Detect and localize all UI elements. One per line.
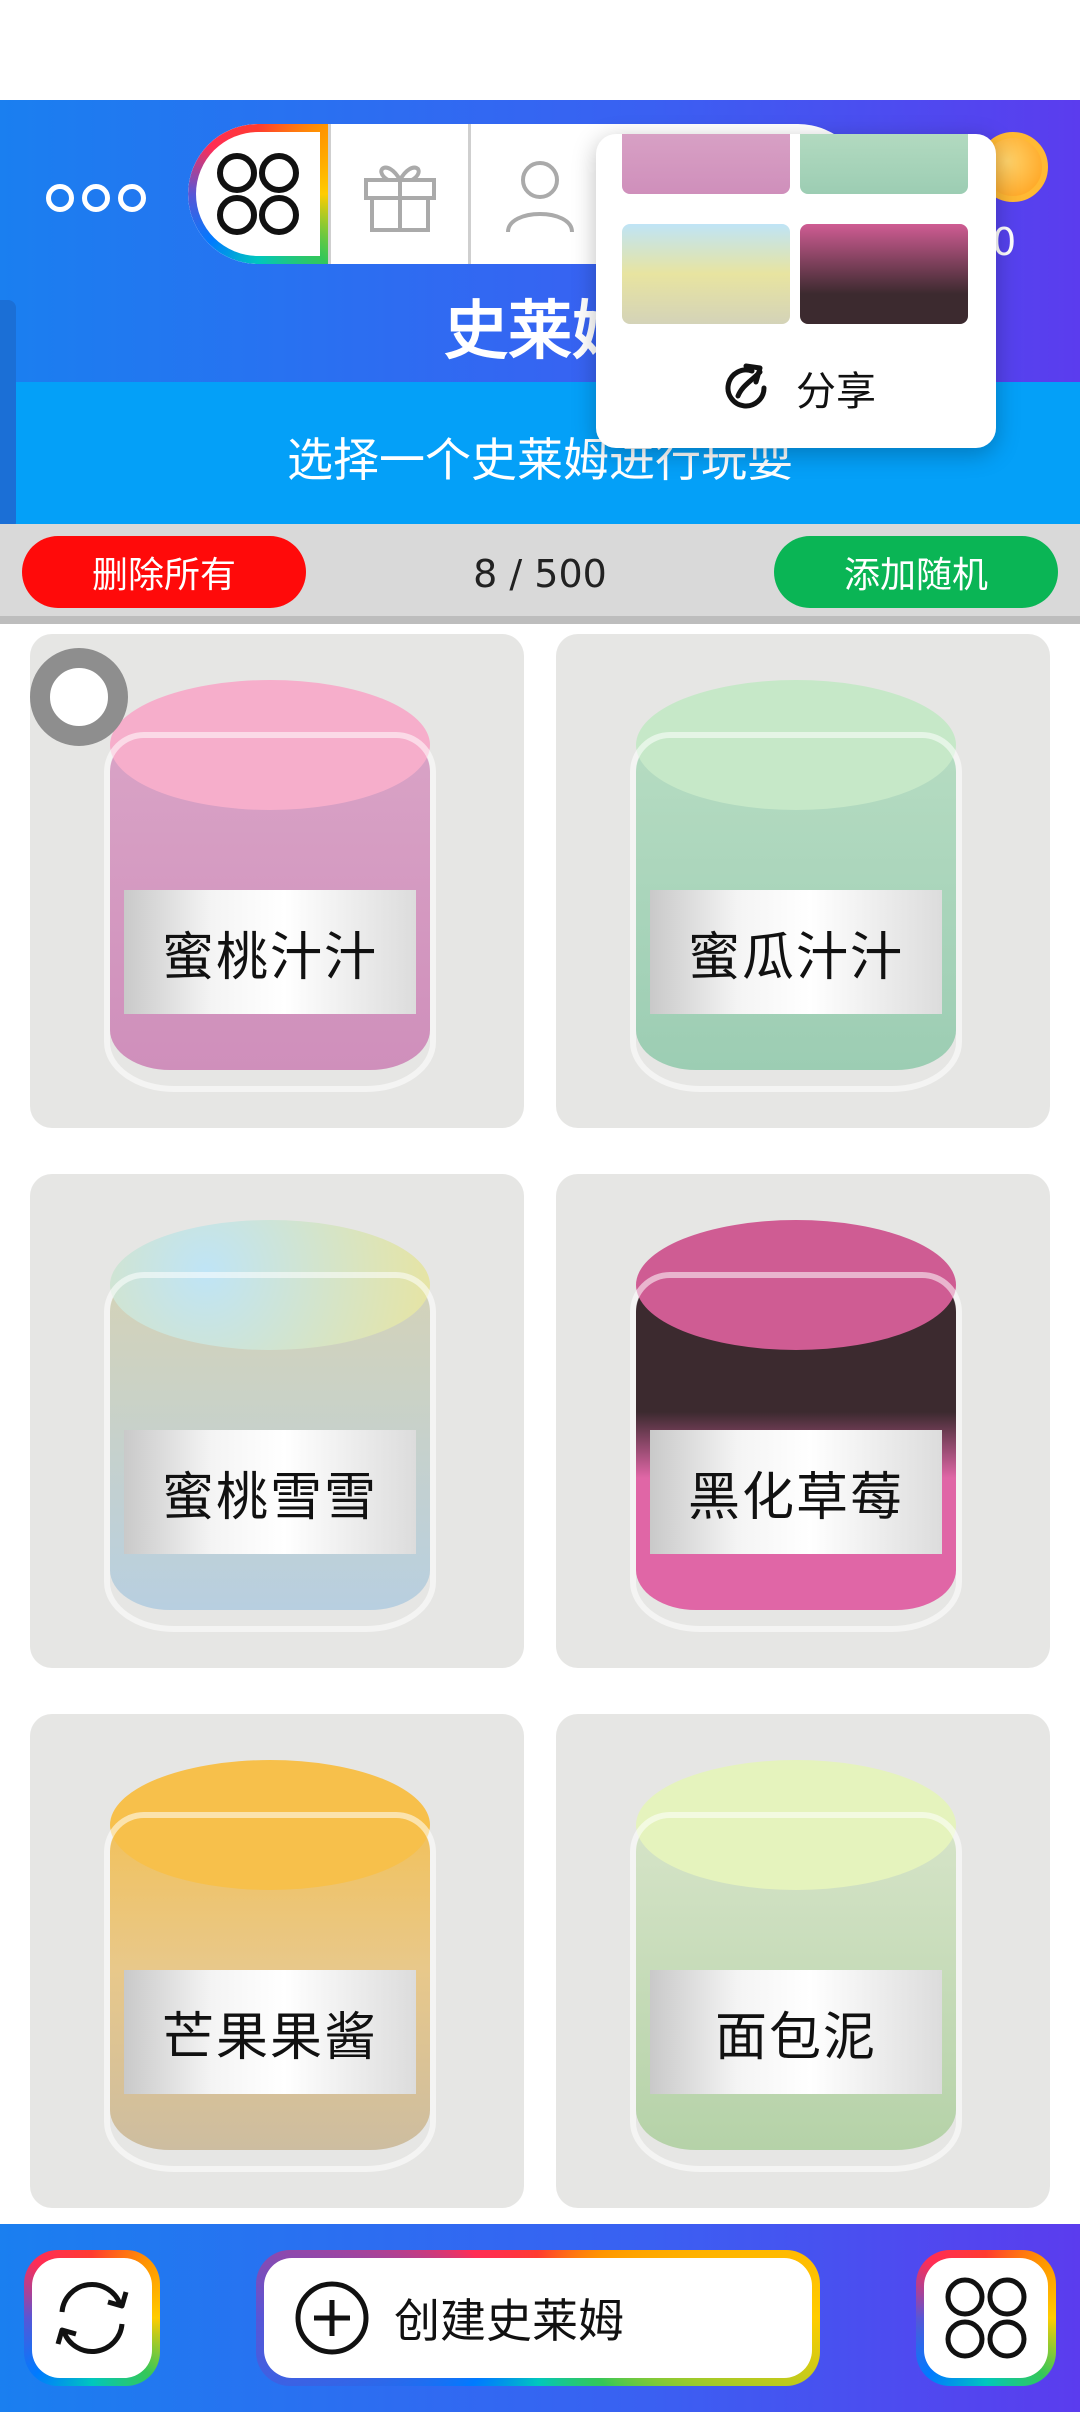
slime-jar: 蜜桃雪雪: [104, 1220, 436, 1632]
collection-menu-button[interactable]: [916, 2250, 1056, 2386]
slime-name: 面包泥: [650, 1970, 942, 2094]
four-circles-icon: [945, 2277, 1027, 2359]
plus-circle-icon: [295, 2281, 369, 2355]
slime-jar: 蜜桃汁汁: [104, 680, 436, 1092]
slime-thumbnail[interactable]: [622, 134, 790, 194]
side-handle[interactable]: [0, 300, 16, 530]
share-popup: 分享: [596, 134, 996, 448]
slime-name: 蜜桃雪雪: [124, 1430, 416, 1554]
slime-card[interactable]: 蜜瓜汁汁: [556, 634, 1050, 1128]
more-options-button[interactable]: [46, 178, 146, 218]
refresh-icon: [55, 2282, 129, 2354]
slime-thumbnail[interactable]: [800, 224, 968, 324]
tab-collection[interactable]: [188, 124, 328, 264]
tab-profile[interactable]: [468, 124, 608, 264]
slime-name: 芒果果酱: [124, 1970, 416, 2094]
slime-jar: 黑化草莓: [630, 1220, 962, 1632]
user-icon: [505, 161, 574, 233]
dot-icon: [82, 184, 110, 212]
add-random-button[interactable]: 添加随机: [774, 536, 1058, 608]
create-slime-button[interactable]: 创建史莱姆: [256, 2250, 820, 2386]
slime-grid: 蜜桃汁汁 蜜瓜汁汁 蜜桃雪雪 黑化草莓 芒果果酱 面包泥: [0, 632, 1080, 2224]
dot-icon: [46, 184, 74, 212]
bottom-bar: 创建史莱姆: [0, 2224, 1080, 2412]
dot-icon: [118, 184, 146, 212]
slime-jar: 面包泥: [630, 1760, 962, 2172]
slime-card[interactable]: 蜜桃雪雪: [30, 1174, 524, 1668]
slime-thumbnail[interactable]: [800, 134, 968, 194]
slime-card[interactable]: 芒果果酱: [30, 1714, 524, 2208]
share-icon: [725, 363, 767, 409]
slime-name: 蜜桃汁汁: [124, 890, 416, 1014]
share-button[interactable]: 分享: [596, 338, 996, 438]
refresh-button[interactable]: [24, 2250, 160, 2386]
slime-thumbnail[interactable]: [622, 224, 790, 324]
action-bar: 删除所有 8 / 500 添加随机: [0, 524, 1080, 624]
selection-ring-icon: [30, 648, 128, 746]
slime-name: 蜜瓜汁汁: [650, 890, 942, 1014]
slime-jar: 芒果果酱: [104, 1760, 436, 2172]
create-slime-label: 创建史莱姆: [394, 2294, 624, 2348]
tab-gift[interactable]: [328, 124, 468, 264]
slime-card[interactable]: 面包泥: [556, 1714, 1050, 2208]
four-circles-icon: [217, 153, 299, 235]
gift-icon: [363, 165, 436, 232]
slime-card[interactable]: 黑化草莓: [556, 1174, 1050, 1668]
slime-jar: 蜜瓜汁汁: [630, 680, 962, 1092]
share-label: 分享: [796, 369, 876, 415]
slime-name: 黑化草莓: [650, 1430, 942, 1554]
status-bar-area: [0, 0, 1080, 100]
